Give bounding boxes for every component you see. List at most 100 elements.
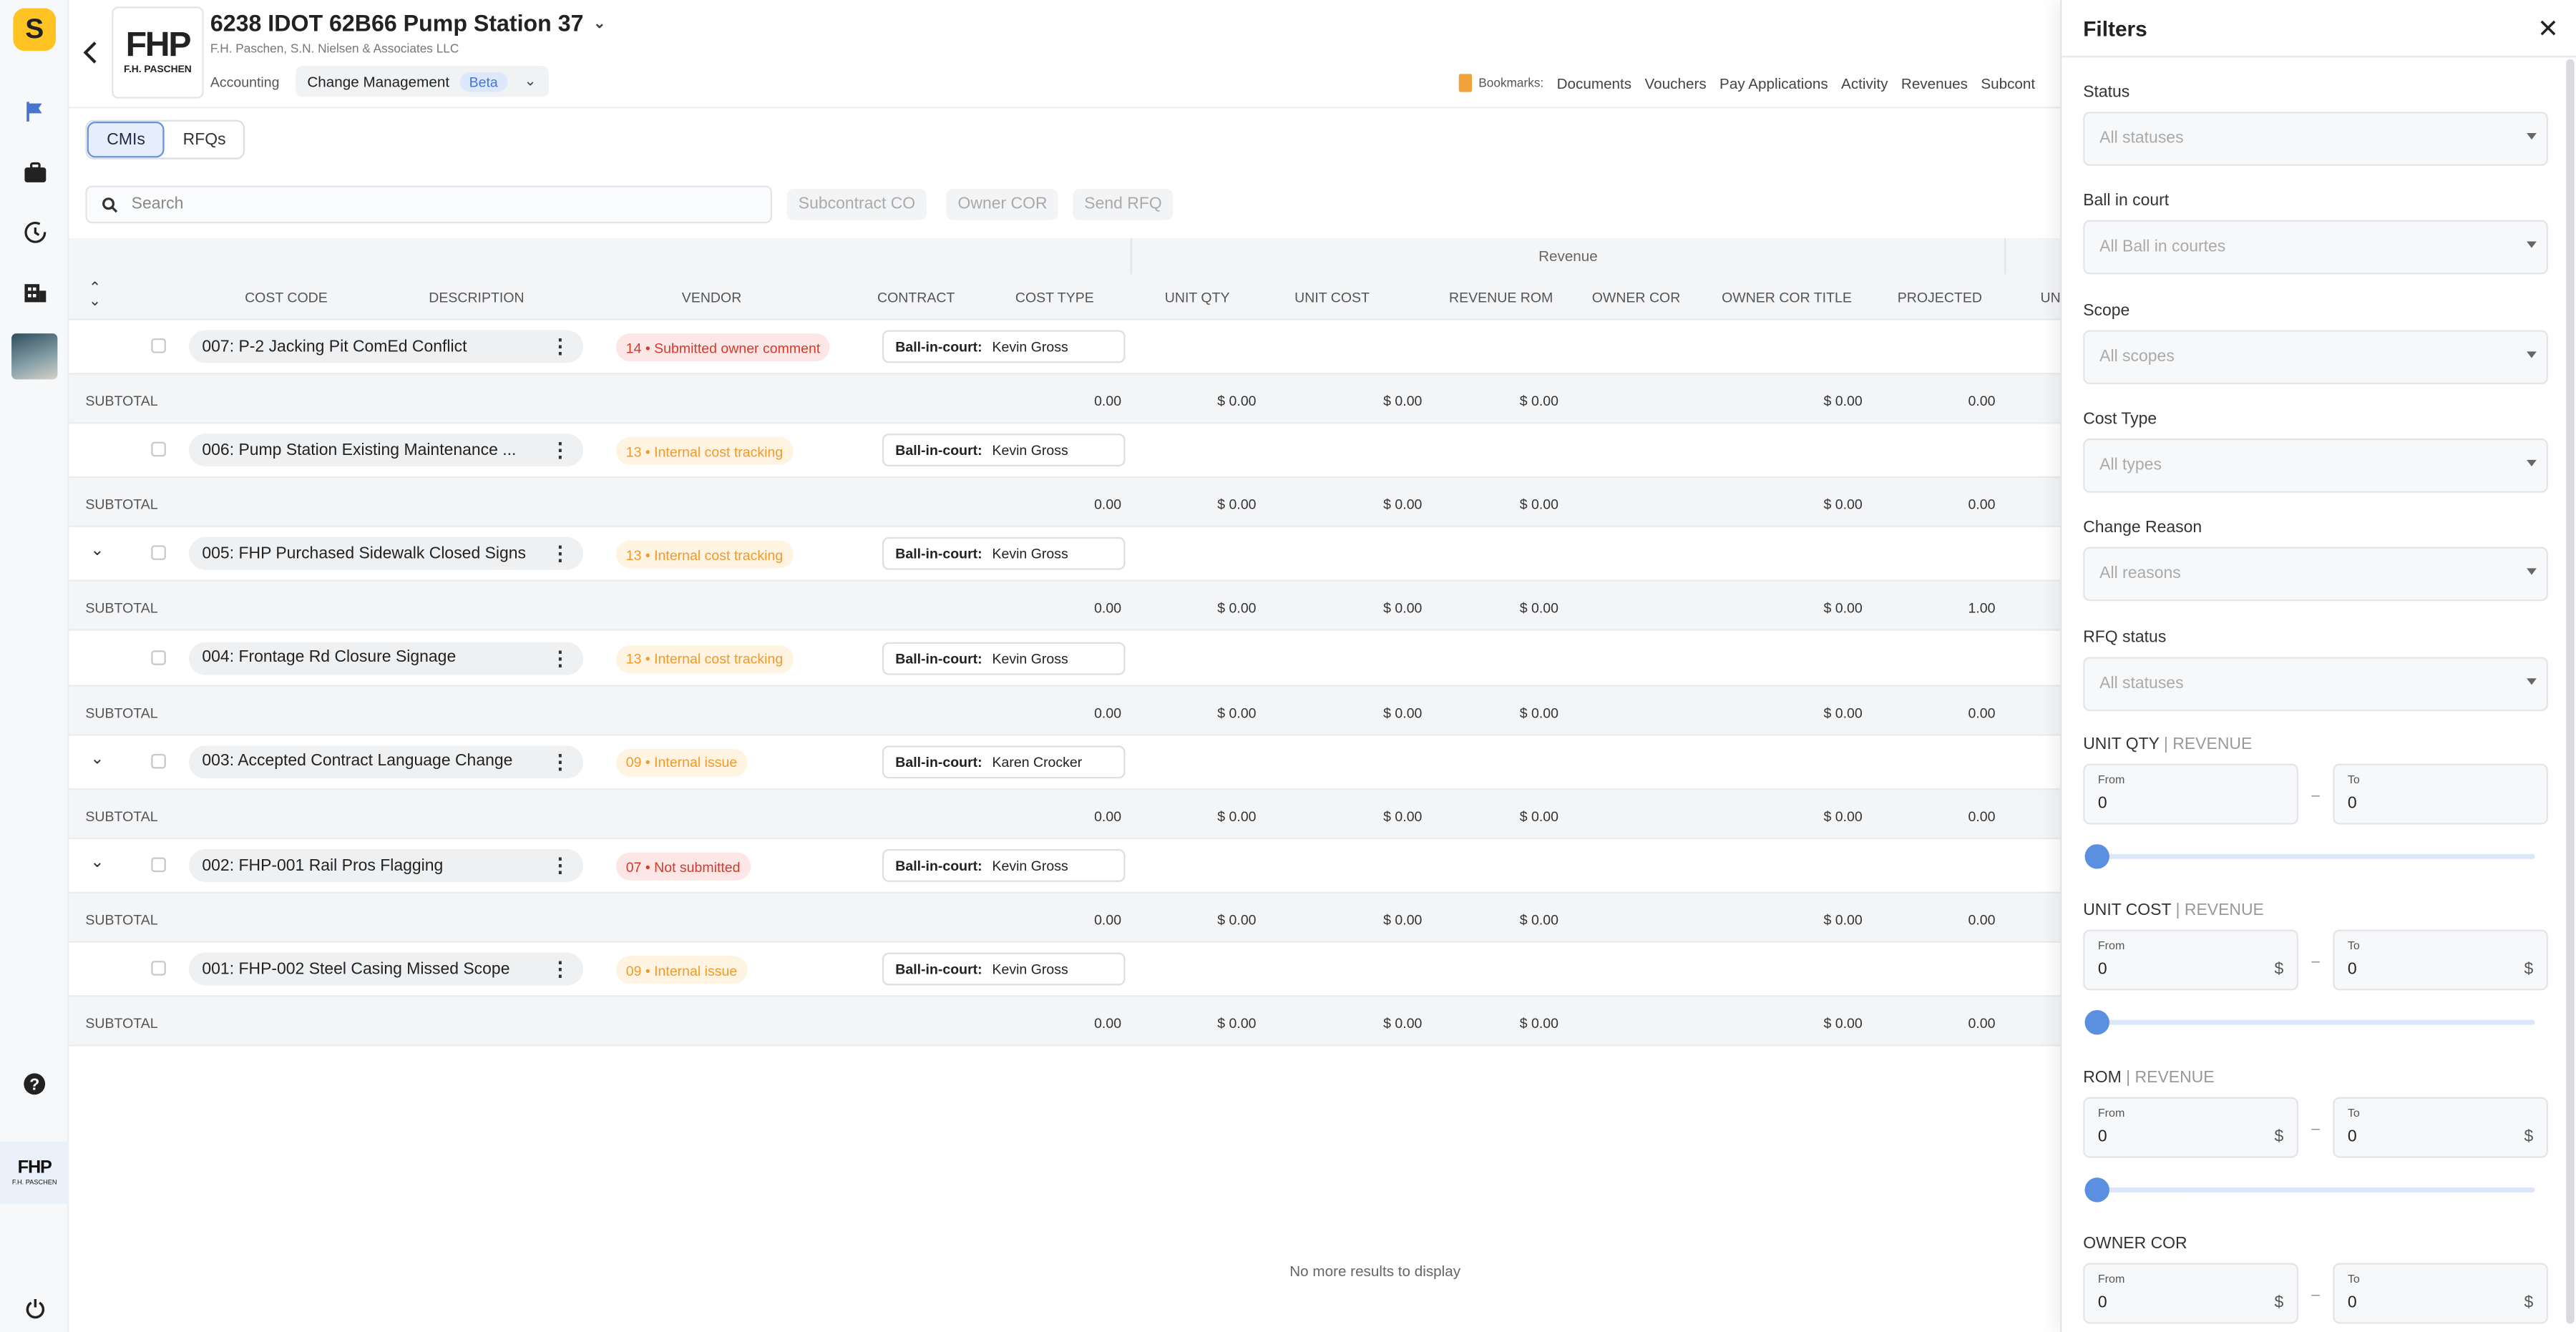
row-checkbox[interactable] bbox=[151, 857, 166, 873]
range-from-field[interactable]: From 0 bbox=[2083, 763, 2298, 825]
table-row[interactable]: 006: Pump Station Existing Maintenance .… bbox=[69, 423, 2061, 477]
range-slider-handle[interactable] bbox=[2084, 1010, 2109, 1036]
bookmark-pay-applications[interactable]: Pay Applications bbox=[1719, 74, 1828, 91]
ball-in-court-field[interactable]: Ball-in-court: Kevin Gross bbox=[882, 537, 1126, 571]
sort-toggle-icon[interactable]: ⌃ ⌄ bbox=[89, 280, 101, 308]
filter-select-4[interactable]: All reasons bbox=[2083, 547, 2548, 602]
more-options-icon[interactable]: ⋮ bbox=[550, 543, 570, 566]
col-cost-type[interactable]: COST TYPE bbox=[1015, 289, 1094, 305]
col-unit-qty[interactable]: UNIT QTY bbox=[1165, 289, 1230, 305]
ball-in-court-field[interactable]: Ball-in-court: Kevin Gross bbox=[882, 953, 1126, 986]
row-checkbox[interactable] bbox=[151, 338, 166, 353]
more-options-icon[interactable]: ⋮ bbox=[550, 854, 570, 877]
col-contract[interactable]: CONTRACT bbox=[877, 289, 955, 305]
col-un[interactable]: UN bbox=[2041, 289, 2061, 305]
owner-cor-button[interactable]: Owner COR bbox=[946, 189, 1059, 220]
col-unit-cost[interactable]: UNIT COST bbox=[1294, 289, 1370, 305]
avatar[interactable] bbox=[11, 333, 58, 380]
help-icon[interactable]: ? bbox=[18, 1067, 51, 1100]
range-to-field[interactable]: To 0 $ bbox=[2333, 930, 2548, 991]
power-icon[interactable] bbox=[18, 1291, 51, 1324]
table-row[interactable]: ⌄ 005: FHP Purchased Sidewalk Closed Sign… bbox=[69, 527, 2061, 581]
tab-rfqs[interactable]: RFQs bbox=[165, 122, 243, 158]
send-rfq-button[interactable]: Send RFQ bbox=[1073, 189, 1174, 220]
col-cost-code[interactable]: COST CODE bbox=[245, 289, 328, 305]
more-options-icon[interactable]: ⋮ bbox=[550, 647, 570, 670]
cmi-title-chip[interactable]: 007: P-2 Jacking Pit ComEd Conflict ⋮ bbox=[189, 330, 584, 363]
more-options-icon[interactable]: ⋮ bbox=[550, 439, 570, 461]
table-row[interactable]: 001: FHP-002 Steel Casing Missed Scope ⋮ 0… bbox=[69, 943, 2061, 996]
cmi-title-chip[interactable]: 001: FHP-002 Steel Casing Missed Scope ⋮ bbox=[189, 953, 584, 986]
ball-in-court-field[interactable]: Ball-in-court: Kevin Gross bbox=[882, 848, 1126, 882]
col-owner-cor[interactable]: OWNER COR bbox=[1592, 289, 1681, 305]
row-checkbox[interactable] bbox=[151, 753, 166, 769]
col-projected[interactable]: PROJECTED bbox=[1898, 289, 1982, 305]
bookmark-subcontracts[interactable]: Subcont bbox=[1981, 74, 2035, 91]
range-from-field[interactable]: From 0 $ bbox=[2083, 930, 2298, 991]
ball-in-court-field[interactable]: Ball-in-court: Kevin Gross bbox=[882, 330, 1126, 363]
range-slider-handle[interactable] bbox=[2084, 844, 2109, 869]
range-slider-track[interactable] bbox=[2096, 1187, 2535, 1192]
cmi-title-chip[interactable]: 006: Pump Station Existing Maintenance .… bbox=[189, 434, 584, 467]
col-owner-cor-title[interactable]: OWNER COR TITLE bbox=[1722, 289, 1852, 305]
row-checkbox[interactable] bbox=[151, 961, 166, 976]
ball-in-court-field[interactable]: Ball-in-court: Kevin Gross bbox=[882, 641, 1126, 675]
filter-select-3[interactable]: All types bbox=[2083, 438, 2548, 493]
ball-in-court-field[interactable]: Ball-in-court: Kevin Gross bbox=[882, 434, 1126, 467]
table-row[interactable]: 004: Frontage Rd Closure Signage ⋮ 13 • In… bbox=[69, 631, 2061, 685]
chevron-down-icon[interactable]: ⌄ bbox=[90, 543, 104, 561]
row-checkbox[interactable] bbox=[151, 650, 166, 665]
building-icon[interactable] bbox=[18, 276, 51, 309]
col-revenue-rom[interactable]: REVENUE ROM bbox=[1449, 289, 1553, 305]
range-to-field[interactable]: To 0 $ bbox=[2333, 1096, 2548, 1157]
bookmark-revenues[interactable]: Revenues bbox=[1901, 74, 1968, 91]
col-vendor[interactable]: VENDOR bbox=[682, 289, 742, 305]
cmi-title-chip[interactable]: 004: Frontage Rd Closure Signage ⋮ bbox=[189, 641, 584, 675]
range-from-field[interactable]: From 0 $ bbox=[2083, 1263, 2298, 1324]
ball-in-court-field[interactable]: Ball-in-court: Karen Crocker bbox=[882, 745, 1126, 778]
filter-select-5[interactable]: All statuses bbox=[2083, 656, 2548, 710]
table-row[interactable]: ⌄ 003: Accepted Contract Language Change ⋮… bbox=[69, 735, 2061, 788]
filter-select-1[interactable]: All Ball in courtes bbox=[2083, 220, 2548, 275]
range-slider-track[interactable] bbox=[2096, 853, 2535, 859]
bookmark-documents[interactable]: Documents bbox=[1557, 74, 1632, 91]
filter-select-2[interactable]: All scopes bbox=[2083, 329, 2548, 384]
org-logo-small[interactable]: FHP F.H. PASCHEN bbox=[0, 1141, 69, 1204]
more-options-icon[interactable]: ⋮ bbox=[550, 958, 570, 981]
cmi-title-chip[interactable]: 002: FHP-001 Rail Pros Flagging ⋮ bbox=[189, 848, 584, 882]
range-slider-handle[interactable] bbox=[2084, 1177, 2109, 1202]
range-slider-track[interactable] bbox=[2096, 1020, 2535, 1026]
row-checkbox[interactable] bbox=[151, 546, 166, 561]
search-field[interactable]: Search bbox=[85, 185, 773, 224]
chevron-down-icon[interactable]: ⌄ bbox=[593, 14, 605, 32]
bookmark-vouchers[interactable]: Vouchers bbox=[1645, 74, 1707, 91]
flag-icon[interactable] bbox=[18, 95, 51, 128]
panel-scrollbar[interactable] bbox=[2566, 59, 2575, 1324]
range-to-field[interactable]: To 0 $ bbox=[2333, 1263, 2548, 1324]
table-row[interactable]: ⌄ 002: FHP-001 Rail Pros Flagging ⋮ 07 • No… bbox=[69, 839, 2061, 892]
history-icon[interactable] bbox=[18, 215, 51, 248]
bookmark-activity[interactable]: Activity bbox=[1841, 74, 1888, 91]
chevron-down-icon[interactable]: ⌄ bbox=[90, 854, 104, 872]
more-options-icon[interactable]: ⋮ bbox=[550, 750, 570, 773]
range-to-field[interactable]: To 0 bbox=[2333, 763, 2548, 825]
filter-select-0[interactable]: All statuses bbox=[2083, 112, 2548, 166]
project-title[interactable]: 6238 IDOT 62B66 Pump Station 37 ⌄ bbox=[210, 10, 606, 36]
nav-change-management[interactable]: Change Management Beta ⌄ bbox=[296, 65, 548, 97]
app-logo[interactable]: S bbox=[13, 8, 57, 52]
row-checkbox[interactable] bbox=[151, 442, 166, 457]
briefcase-icon[interactable] bbox=[18, 156, 51, 189]
range-from-field[interactable]: From 0 $ bbox=[2083, 1096, 2298, 1157]
tab-cmis[interactable]: CMIs bbox=[87, 121, 165, 158]
close-icon[interactable] bbox=[2540, 15, 2556, 41]
more-options-icon[interactable]: ⋮ bbox=[550, 335, 570, 358]
subcontract-co-button[interactable]: Subcontract CO bbox=[786, 189, 927, 220]
nav-accounting[interactable]: Accounting bbox=[210, 74, 280, 90]
col-description[interactable]: DESCRIPTION bbox=[429, 289, 524, 305]
chevron-down-icon[interactable]: ⌄ bbox=[90, 750, 104, 768]
back-arrow-icon[interactable] bbox=[82, 39, 99, 72]
cmi-title-chip[interactable]: 005: FHP Purchased Sidewalk Closed Signs… bbox=[189, 537, 584, 571]
cmi-title-chip[interactable]: 003: Accepted Contract Language Change ⋮ bbox=[189, 745, 584, 778]
chevron-down-icon[interactable]: ⌄ bbox=[525, 72, 537, 90]
table-row[interactable]: 007: P-2 Jacking Pit ComEd Conflict ⋮ 14 •… bbox=[69, 320, 2061, 373]
